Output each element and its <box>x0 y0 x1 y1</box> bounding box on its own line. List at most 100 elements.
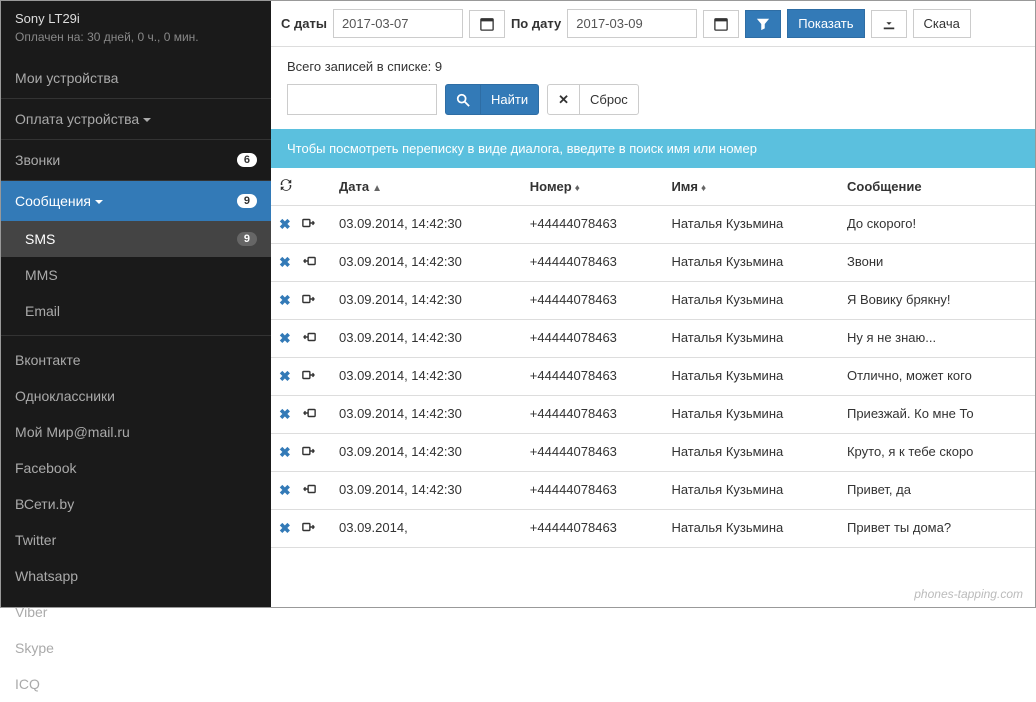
sort-asc-icon: ▲ <box>372 183 382 194</box>
paid-status: Оплачен на: 30 дней, 0 ч., 0 мин. <box>1 30 271 58</box>
delete-icon[interactable]: ✖ <box>279 482 291 499</box>
col-name[interactable]: Имя♦ <box>663 168 839 206</box>
nav-social-item[interactable]: Twitter <box>1 522 271 558</box>
reset-x-button[interactable]: ✕ <box>547 84 580 115</box>
cell-date: 03.09.2014, 14:42:30 <box>331 282 522 320</box>
cell-number: +44444078463 <box>522 396 664 434</box>
delete-icon[interactable]: ✖ <box>279 292 291 309</box>
find-button-label: Найти <box>491 92 528 107</box>
table-row: ✖03.09.2014, 14:42:30+44444078463Наталья… <box>271 358 1035 396</box>
download-button[interactable]: Скача <box>913 9 971 38</box>
cell-number: +44444078463 <box>522 320 664 358</box>
nav-messages[interactable]: Сообщения 9 <box>1 181 271 221</box>
cell-date: 03.09.2014, 14:42:30 <box>331 358 522 396</box>
nav-my-devices[interactable]: Мои устройства <box>1 58 271 99</box>
nav-social-label: Вконтакте <box>15 352 81 368</box>
delete-icon[interactable]: ✖ <box>279 216 291 233</box>
outgoing-icon <box>301 216 317 233</box>
download-icon-button[interactable] <box>871 10 907 38</box>
col-actions[interactable] <box>271 168 331 206</box>
nav-social-item[interactable]: ICQ <box>1 666 271 702</box>
incoming-icon <box>301 330 317 347</box>
col-message: Сообщение <box>839 168 1035 206</box>
nav-social-label: Twitter <box>15 532 56 548</box>
download-icon <box>882 17 896 31</box>
nav-social-item[interactable]: Вконтакте <box>1 342 271 378</box>
cell-name: Наталья Кузьмина <box>663 358 839 396</box>
reset-button-label: Сброс <box>590 92 628 107</box>
cell-date: 03.09.2014, 14:42:30 <box>331 396 522 434</box>
nav-social-item[interactable]: Facebook <box>1 450 271 486</box>
nav-device-payment[interactable]: Оплата устройства <box>1 99 271 140</box>
cell-name: Наталья Кузьмина <box>663 244 839 282</box>
nav-sms[interactable]: SMS 9 <box>1 221 271 257</box>
sms-badge: 9 <box>237 232 257 246</box>
cell-date: 03.09.2014, 14:42:30 <box>331 472 522 510</box>
cell-date: 03.09.2014, <box>331 510 522 548</box>
col-date[interactable]: Дата▲ <box>331 168 522 206</box>
cell-message: До скорого! <box>839 206 1035 244</box>
divider <box>1 335 271 336</box>
nav-social-label: Whatsapp <box>15 568 78 584</box>
device-name: Sony LT29i <box>1 1 271 30</box>
main: С даты По дату Показать Скача Всего запи… <box>271 1 1035 607</box>
cell-message: Круто, я к тебе скоро <box>839 434 1035 472</box>
info-bar: Чтобы посмотреть переписку в виде диалог… <box>271 129 1035 168</box>
nav-social-label: Viber <box>15 604 47 620</box>
delete-icon[interactable]: ✖ <box>279 330 291 347</box>
nav-social-label: Skype <box>15 640 54 656</box>
search-icon-button[interactable] <box>445 84 481 115</box>
delete-icon[interactable]: ✖ <box>279 444 291 461</box>
nav-mms[interactable]: MMS <box>1 257 271 293</box>
caret-down-icon <box>143 118 151 122</box>
cell-message: Ну я не знаю... <box>839 320 1035 358</box>
nav-social-item[interactable]: Мой Мир@mail.ru <box>1 414 271 450</box>
cell-name: Наталья Кузьмина <box>663 320 839 358</box>
nav-social-label: Facebook <box>15 460 76 476</box>
show-button-label: Показать <box>798 16 853 31</box>
to-date-picker[interactable] <box>703 10 739 38</box>
nav-social-item[interactable]: Skype <box>1 630 271 666</box>
search-input[interactable] <box>287 84 437 115</box>
to-date-input[interactable] <box>567 9 697 38</box>
reset-button[interactable]: Сброс <box>579 84 639 115</box>
search-icon <box>456 93 470 107</box>
nav-email[interactable]: Email <box>1 293 271 329</box>
delete-icon[interactable]: ✖ <box>279 406 291 423</box>
caret-down-icon <box>95 200 103 204</box>
nav-social-item[interactable]: ВСети.by <box>1 486 271 522</box>
delete-icon[interactable]: ✖ <box>279 368 291 385</box>
delete-icon[interactable]: ✖ <box>279 520 291 537</box>
nav-social-item[interactable]: Viber <box>1 594 271 630</box>
show-button[interactable]: Показать <box>787 9 864 38</box>
download-button-label: Скача <box>924 16 960 31</box>
incoming-icon <box>301 254 317 271</box>
from-date-input[interactable] <box>333 9 463 38</box>
nav-email-label: Email <box>25 303 60 319</box>
filter-button[interactable] <box>745 10 781 38</box>
table-row: ✖03.09.2014, 14:42:30+44444078463Наталья… <box>271 206 1035 244</box>
nav-calls[interactable]: Звонки 6 <box>1 140 271 181</box>
cell-message: Я Вовику брякну! <box>839 282 1035 320</box>
nav-social-item[interactable]: Whatsapp <box>1 558 271 594</box>
from-date-label: С даты <box>281 16 327 31</box>
find-button[interactable]: Найти <box>480 84 539 115</box>
cell-number: +44444078463 <box>522 472 664 510</box>
cell-message: Отлично, может кого <box>839 358 1035 396</box>
outgoing-icon <box>301 292 317 309</box>
col-number[interactable]: Номер♦ <box>522 168 664 206</box>
table-row: ✖03.09.2014, 14:42:30+44444078463Наталья… <box>271 396 1035 434</box>
cell-name: Наталья Кузьмина <box>663 434 839 472</box>
from-date-picker[interactable] <box>469 10 505 38</box>
refresh-icon <box>279 178 293 192</box>
nav-sms-label: SMS <box>25 231 55 247</box>
cell-number: +44444078463 <box>522 282 664 320</box>
delete-icon[interactable]: ✖ <box>279 254 291 271</box>
nav-social-item[interactable]: Одноклассники <box>1 378 271 414</box>
cell-name: Наталья Кузьмина <box>663 206 839 244</box>
table-row: ✖03.09.2014, 14:42:30+44444078463Наталья… <box>271 434 1035 472</box>
nav-my-devices-label: Мои устройства <box>15 70 118 86</box>
filter-icon <box>756 17 770 31</box>
sort-icon: ♦ <box>575 183 580 194</box>
nav-social-label: ICQ <box>15 676 40 692</box>
